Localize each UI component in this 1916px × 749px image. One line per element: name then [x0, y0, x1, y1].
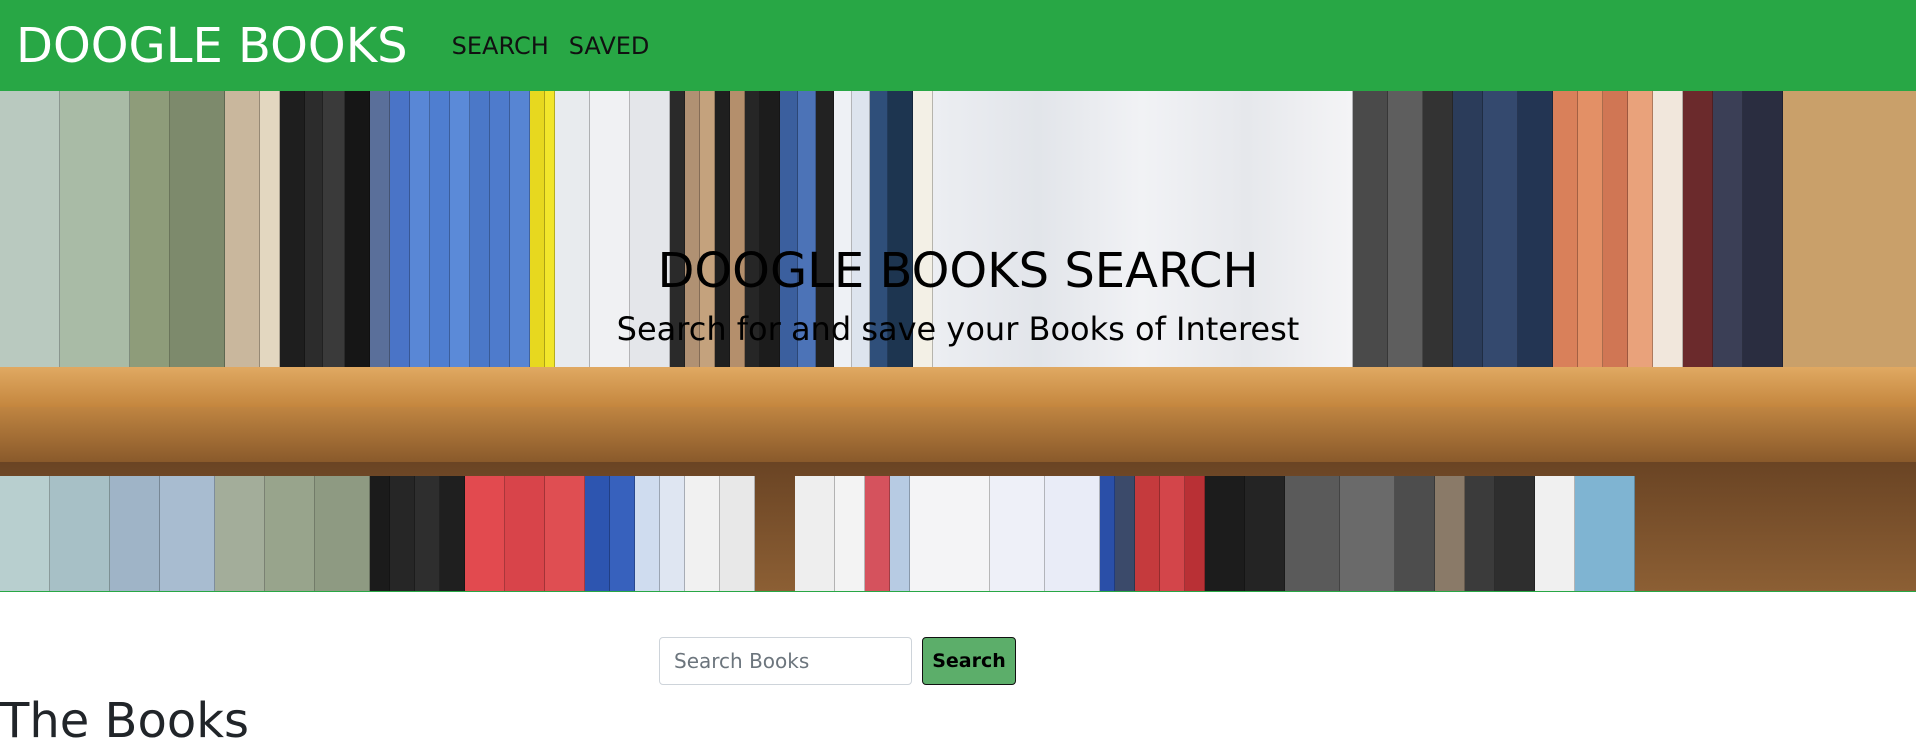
nav-link-saved[interactable]: SAVED — [569, 32, 650, 60]
hero-overlay: DOOGLE BOOKS SEARCH Search for and save … — [0, 91, 1916, 591]
hero-banner: DOOGLE BOOKS SEARCH Search for and save … — [0, 91, 1916, 592]
results-heading: The Books — [0, 693, 249, 749]
navbar: DOOGLE BOOKS SEARCH SAVED — [0, 0, 1916, 91]
search-input[interactable] — [659, 637, 912, 685]
hero-title: DOOGLE BOOKS SEARCH — [657, 243, 1259, 299]
hero-subtitle: Search for and save your Books of Intere… — [616, 310, 1300, 348]
brand-logo[interactable]: DOOGLE BOOKS — [16, 18, 408, 74]
nav-link-search[interactable]: SEARCH — [452, 32, 549, 60]
search-button[interactable]: Search — [922, 637, 1016, 685]
search-form: Search — [659, 637, 1016, 685]
